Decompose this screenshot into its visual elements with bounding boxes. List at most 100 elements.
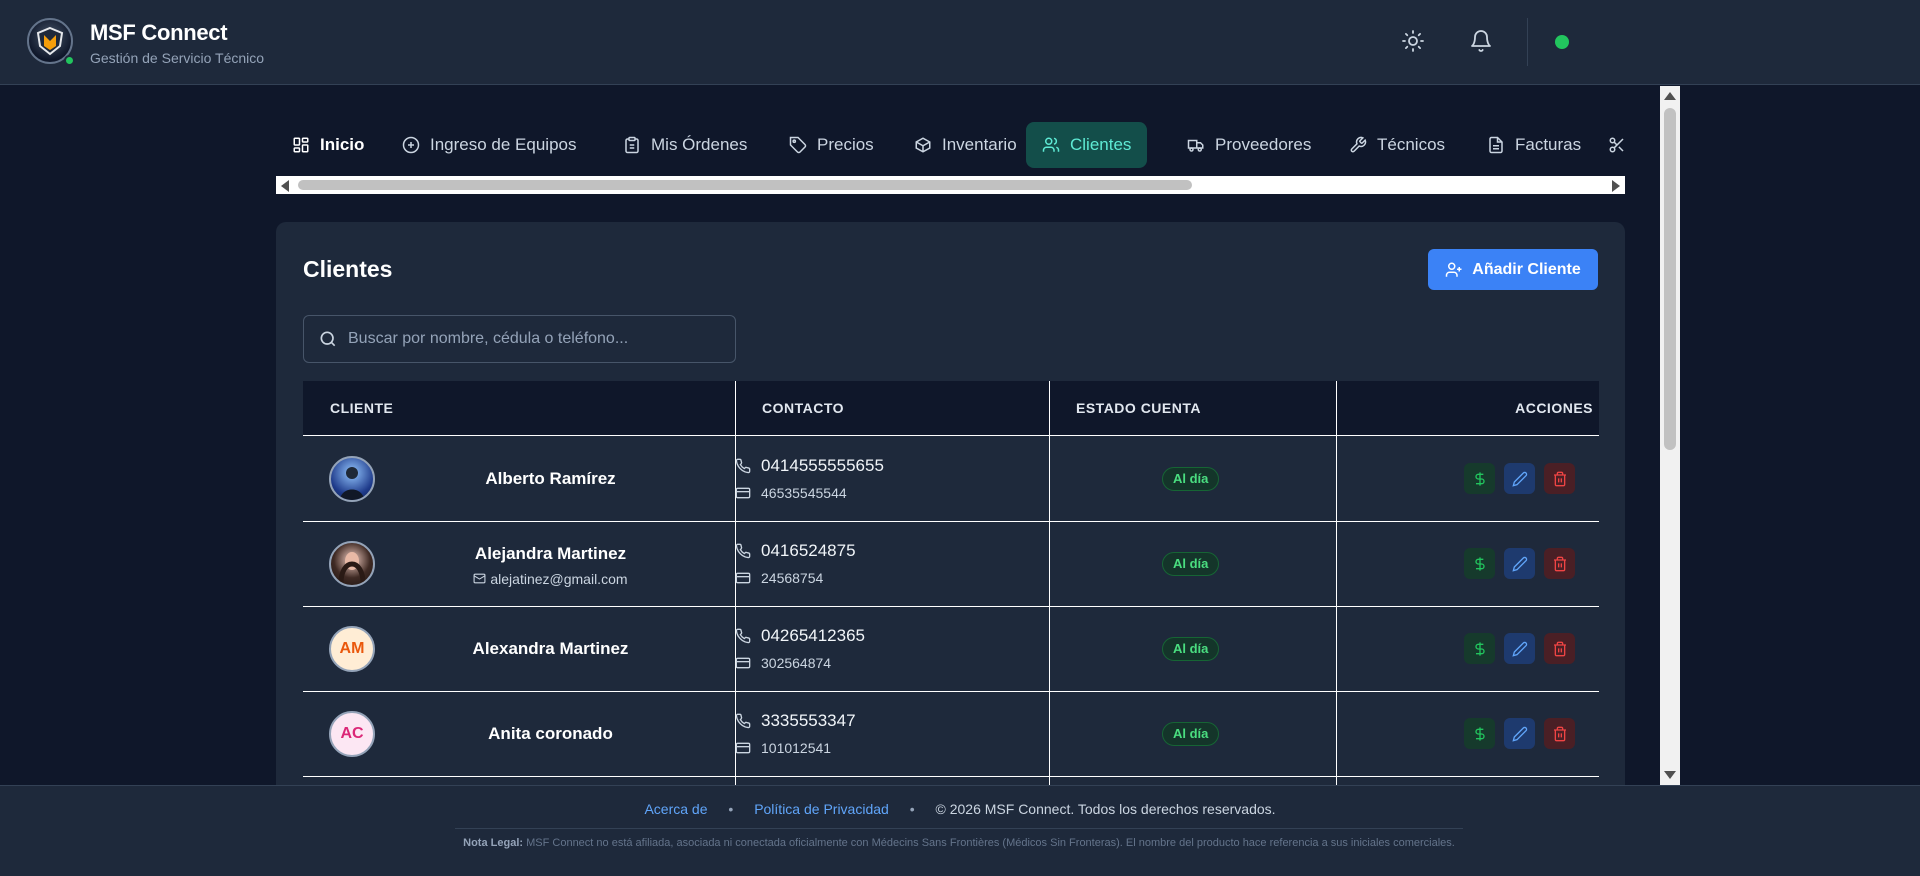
mail-icon bbox=[474, 573, 486, 584]
tab-label: Técnicos bbox=[1377, 135, 1446, 154]
separator-dot: • bbox=[909, 801, 915, 817]
client-name: Alexandra Martinez bbox=[472, 639, 629, 658]
legal-text: MSF Connect no está afiliada, asociada n… bbox=[526, 837, 1455, 849]
status-badge: Al día bbox=[1162, 552, 1220, 576]
main-vertical-scrollbar[interactable] bbox=[1660, 86, 1680, 785]
phone-icon bbox=[735, 713, 751, 729]
plus-circle-icon bbox=[402, 136, 420, 154]
tab-proveedores[interactable]: Proveedores bbox=[1171, 122, 1327, 168]
scroll-right-arrow-icon[interactable] bbox=[1612, 180, 1620, 192]
column-header-acciones: ACCIONES bbox=[1515, 400, 1593, 416]
tab-more[interactable] bbox=[1592, 122, 1624, 168]
edit-button[interactable] bbox=[1504, 633, 1535, 664]
tab-label: Proveedores bbox=[1215, 135, 1312, 154]
legal-label: Nota Legal: bbox=[463, 837, 524, 849]
edit-button[interactable] bbox=[1504, 548, 1535, 579]
delete-button[interactable] bbox=[1544, 633, 1575, 664]
app-subtitle: Gestión de Servicio Técnico bbox=[90, 50, 265, 66]
scroll-left-arrow-icon[interactable] bbox=[281, 180, 289, 192]
nav-tabs: Inicio Ingreso de Equipos Mis Órdenes Pr… bbox=[276, 122, 1624, 170]
trash-icon bbox=[1553, 471, 1566, 486]
tab-precios[interactable]: Precios bbox=[773, 122, 890, 168]
edit-button[interactable] bbox=[1504, 718, 1535, 749]
copyright-text: © 2026 MSF Connect. Todos los derechos r… bbox=[935, 801, 1276, 817]
id-card-icon bbox=[735, 487, 751, 499]
column-header-cliente: CLIENTE bbox=[330, 400, 394, 416]
phone-icon bbox=[735, 628, 751, 644]
scrollbar-thumb[interactable] bbox=[1664, 108, 1676, 450]
delete-button[interactable] bbox=[1544, 548, 1575, 579]
app-title: MSF Connect bbox=[90, 20, 228, 45]
delete-button[interactable] bbox=[1544, 718, 1575, 749]
phone-text: 3335553347 bbox=[761, 711, 856, 730]
separator-dot: • bbox=[728, 801, 734, 817]
client-phone: 3335553347 bbox=[735, 711, 856, 731]
id-card-icon bbox=[735, 742, 751, 754]
bell-icon[interactable] bbox=[1469, 29, 1495, 55]
client-name: Alejandra Martinez bbox=[474, 544, 627, 563]
pencil-icon bbox=[1511, 471, 1527, 487]
tab-clientes[interactable]: Clientes bbox=[1026, 122, 1148, 168]
clients-table: CLIENTE CONTACTO ESTADO CUENTA ACCIONES … bbox=[276, 222, 1625, 785]
trash-icon bbox=[1553, 641, 1566, 656]
client-phone: 0414555555655 bbox=[735, 456, 884, 476]
wrench-icon bbox=[1350, 136, 1367, 153]
tag-icon bbox=[789, 136, 807, 154]
table-row[interactable]: Alejandra Martinez alejatinez@gmail.com … bbox=[303, 522, 1599, 607]
app-header: MSF Connect Gestión de Servicio Técnico bbox=[0, 0, 1920, 85]
privacy-link[interactable]: Política de Privacidad bbox=[754, 801, 889, 817]
status-badge: Al día bbox=[1162, 637, 1220, 661]
client-name: Alberto Ramírez bbox=[485, 469, 616, 488]
client-id: 101012541 bbox=[735, 740, 831, 756]
tab-label: Inicio bbox=[320, 135, 365, 154]
box-icon bbox=[915, 137, 931, 153]
dollar-icon bbox=[1474, 471, 1485, 486]
footer-links: Acerca de • Política de Privacidad • © 2… bbox=[0, 801, 1920, 817]
client-id: 46535545544 bbox=[735, 485, 847, 501]
tab-inicio[interactable]: Inicio bbox=[276, 122, 380, 168]
avatar bbox=[329, 456, 375, 502]
payment-button[interactable] bbox=[1464, 548, 1495, 579]
sun-icon[interactable] bbox=[1401, 29, 1427, 55]
client-id: 302564874 bbox=[735, 655, 831, 671]
table-row[interactable]: AC Anita coronado 3335553347 101012541 A… bbox=[303, 692, 1599, 777]
tab-label: Mis Órdenes bbox=[651, 135, 748, 154]
table-row[interactable]: Alberto Ramírez 0414555555655 4653554554… bbox=[303, 437, 1599, 522]
client-name: Anita coronado bbox=[488, 724, 613, 743]
edit-button[interactable] bbox=[1504, 463, 1535, 494]
payment-button[interactable] bbox=[1464, 718, 1495, 749]
payment-button[interactable] bbox=[1464, 463, 1495, 494]
online-indicator bbox=[64, 55, 75, 66]
phone-text: 0414555555655 bbox=[761, 456, 884, 475]
client-phone: 04265412365 bbox=[735, 626, 865, 646]
tab-inventario[interactable]: Inventario bbox=[898, 122, 1033, 168]
table-row[interactable] bbox=[303, 777, 1599, 785]
trash-icon bbox=[1553, 556, 1566, 571]
users-icon bbox=[1042, 137, 1060, 152]
delete-button[interactable] bbox=[1544, 463, 1575, 494]
trash-icon bbox=[1553, 726, 1566, 741]
client-email: alejatinez@gmail.com bbox=[393, 571, 708, 587]
phone-icon bbox=[735, 458, 751, 474]
tab-mis-ordenes[interactable]: Mis Órdenes bbox=[607, 122, 763, 168]
phone-text: 04265412365 bbox=[761, 626, 866, 645]
table-row[interactable]: AM Alexandra Martinez 04265412365 302564… bbox=[303, 607, 1599, 692]
header-divider bbox=[1527, 18, 1528, 66]
connection-status-dot bbox=[1555, 35, 1569, 49]
tab-ingreso-equipos[interactable]: Ingreso de Equipos bbox=[386, 122, 593, 168]
tab-facturas[interactable]: Facturas bbox=[1471, 122, 1597, 168]
avatar: AC bbox=[329, 711, 375, 757]
client-id: 24568754 bbox=[735, 570, 823, 586]
table-header: CLIENTE CONTACTO ESTADO CUENTA ACCIONES bbox=[303, 381, 1599, 436]
payment-button[interactable] bbox=[1464, 633, 1495, 664]
email-text: alejatinez@gmail.com bbox=[490, 571, 628, 587]
about-link[interactable]: Acerca de bbox=[644, 801, 707, 817]
tabs-horizontal-scrollbar[interactable] bbox=[276, 176, 1625, 194]
scrollbar-thumb[interactable] bbox=[298, 180, 1192, 190]
id-text: 302564874 bbox=[761, 655, 832, 671]
app-footer: Acerca de • Política de Privacidad • © 2… bbox=[0, 785, 1920, 876]
scroll-down-arrow-icon[interactable] bbox=[1664, 771, 1676, 779]
scroll-up-arrow-icon[interactable] bbox=[1664, 92, 1676, 100]
dollar-icon bbox=[1474, 726, 1485, 741]
tab-tecnicos[interactable]: Técnicos bbox=[1333, 122, 1461, 168]
